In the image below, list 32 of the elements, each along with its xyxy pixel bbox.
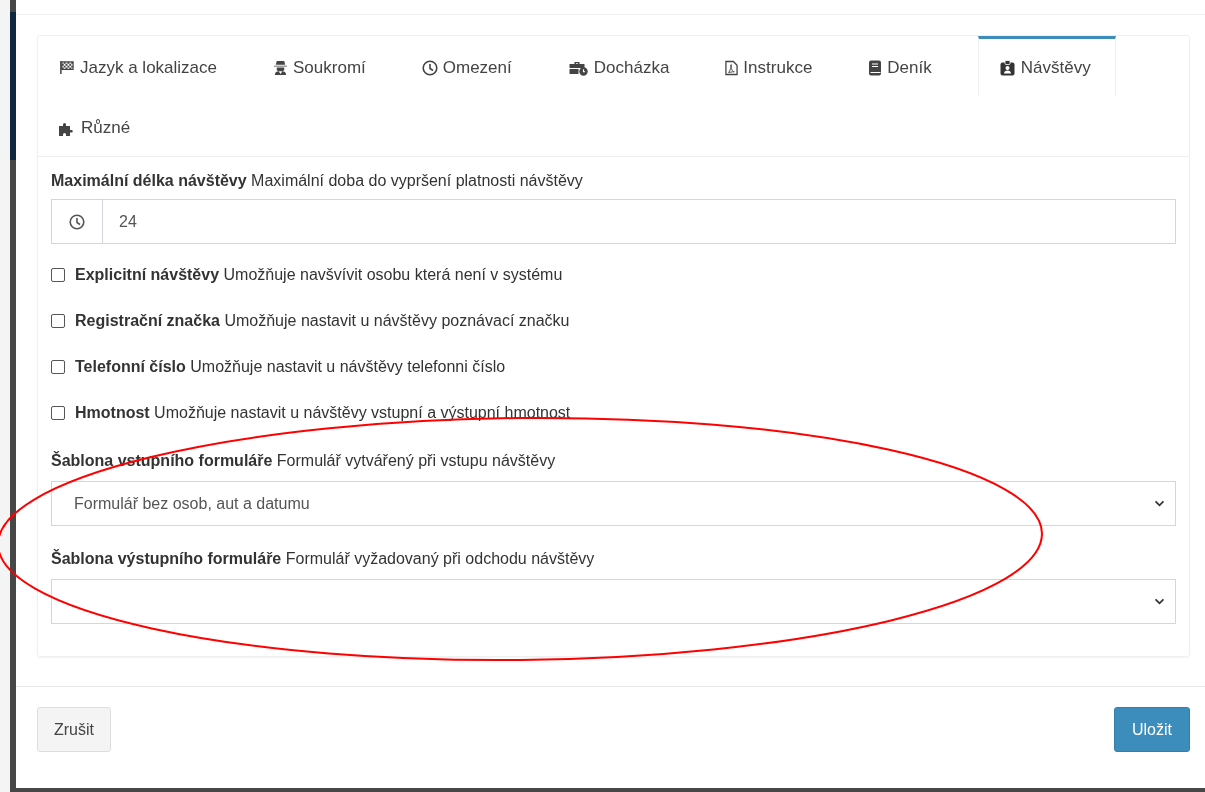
checkbox-label: Registrační značka Umožňuje nastavit u návštěvy poznávací značku: [75, 312, 570, 330]
checkbox-label: Explicitní návštěvy Umožňuje navšvívit osobu která není v systému: [75, 266, 563, 284]
template-dropdown[interactable]: Formulář bez osob, aut a datumu: [51, 481, 1176, 526]
clock-icon: [69, 213, 85, 230]
chevron-down-icon: [1154, 598, 1165, 605]
spy-icon: [273, 60, 288, 75]
tab[interactable]: Deník: [858, 36, 956, 96]
field-label: Šablona výstupního formuláře Formulář vyžadovaný při odchodu návštěvy: [51, 549, 596, 569]
tab[interactable]: Návštěvy: [977, 36, 1116, 96]
checkbox-label: Hmotnost Umožňuje nastavit u návštěvy vstupní a výstupní hmotnost: [75, 404, 571, 422]
tab[interactable]: Jazyk a lokalizace: [48, 36, 241, 96]
save-button[interactable]: Uložit: [1114, 707, 1190, 752]
cancel-button[interactable]: Zrušit: [37, 707, 111, 752]
checkbox[interactable]: [51, 406, 65, 420]
book-icon: [868, 59, 883, 76]
tab[interactable]: Různé: [48, 96, 155, 156]
chevron-down-icon: [1154, 500, 1165, 507]
field-label: Maximální délka návštěvy Maximální doba do vypršení platnosti návštěvy: [51, 171, 584, 191]
duration-field[interactable]: 24: [103, 199, 1176, 244]
checkbox[interactable]: [51, 268, 65, 282]
pdf-file-icon: [725, 59, 739, 76]
tab[interactable]: Soukromí: [263, 36, 390, 96]
tab[interactable]: Omezení: [411, 36, 536, 96]
tab[interactable]: Instrukce: [715, 36, 837, 96]
checkbox-label: Telefonní číslo Umožňuje nastavit u návštěvy telefonni číslo: [75, 358, 506, 376]
checkbox[interactable]: [51, 314, 65, 328]
tab[interactable]: Docházka: [557, 36, 694, 96]
briefcase-clock-icon: [567, 59, 589, 76]
clock-icon: [421, 59, 438, 76]
flag-icon: [58, 60, 75, 75]
checkbox[interactable]: [51, 360, 65, 374]
id-badge-icon: [998, 59, 1016, 76]
